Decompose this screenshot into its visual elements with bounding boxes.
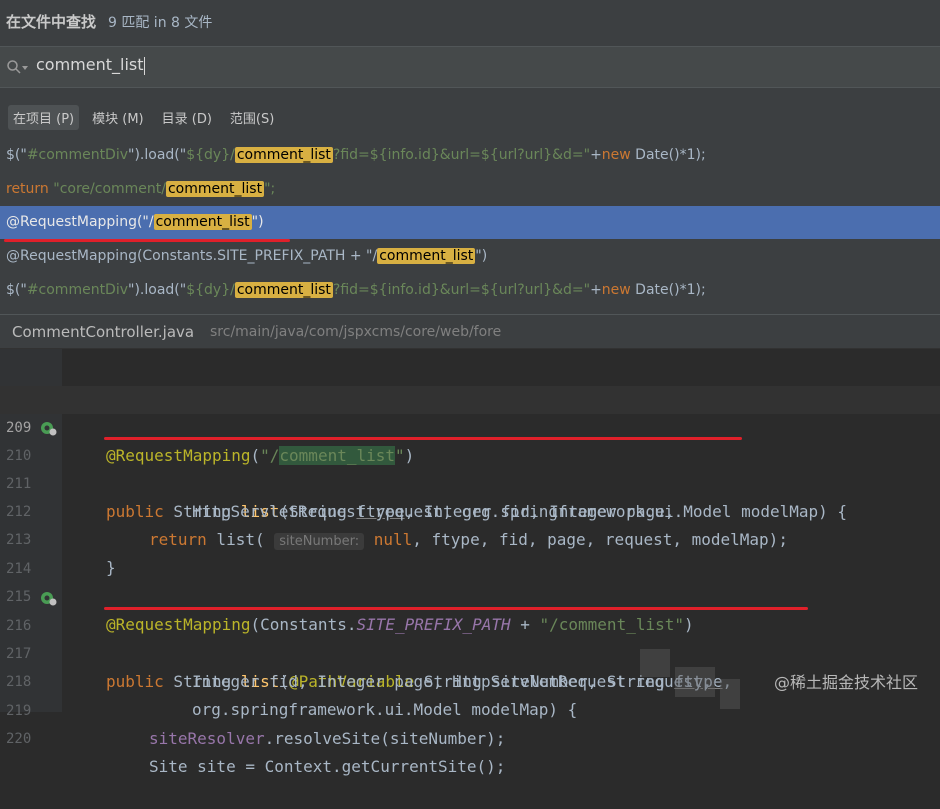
preview-file-header: CommentController.java src/main/java/com…: [0, 314, 940, 349]
code-line: 213 }: [0, 498, 940, 526]
code-line-current: 209 @RequestMapping("/comment_list"): [0, 386, 940, 414]
scope-project[interactable]: 在项目 (P): [8, 105, 79, 130]
search-history-dropdown-icon[interactable]: [22, 66, 28, 70]
watermark-text: @稀土掘金技术社区: [774, 669, 918, 693]
scope-tabs: 在项目 (P) 模块 (M) 目录 (D) 范围(S): [8, 103, 279, 131]
web-endpoint-gutter-icon[interactable]: [40, 420, 58, 436]
match-highlight: comment_list: [235, 147, 333, 163]
watermark-pixel-block: [720, 679, 740, 709]
popup-title: 在文件中查找: [6, 11, 96, 32]
search-input[interactable]: comment_list: [36, 55, 536, 79]
preview-file-path: src/main/java/com/jspxcms/core/web/fore: [210, 324, 501, 340]
match-highlight: comment_list: [154, 214, 252, 230]
search-bar: comment_list: [0, 46, 940, 88]
red-underline-annotation: [104, 607, 808, 610]
code-line: 215 @RequestMapping(Constants.SITE_PREFI…: [0, 555, 940, 583]
match-highlight: comment_list: [166, 181, 264, 197]
code-preview-editor[interactable]: 208 209 @RequestMapping("/comment_list")…: [0, 348, 940, 712]
popup-title-bar[interactable]: 在文件中查找 9 匹配 in 8 文件: [0, 0, 940, 44]
result-row[interactable]: @RequestMapping(Constants.SITE_PREFIX_PA…: [0, 240, 940, 273]
red-underline-annotation: [104, 437, 742, 440]
code-line: 211 HttpServletRequest request, org.spri…: [0, 442, 940, 470]
watermark-pixel-block: [675, 667, 715, 697]
result-row[interactable]: $("#commentDiv").load("${dy}/comment_lis…: [0, 274, 940, 307]
code-line: 212 return list( siteNumber: null, ftype…: [0, 470, 940, 498]
code-line: 208: [0, 357, 940, 385]
code-line: 214: [0, 527, 940, 555]
scope-directory[interactable]: 目录 (D): [157, 105, 217, 130]
code-line: 218 org.springframework.ui.Model modelMa…: [0, 640, 940, 668]
find-in-files-popup: 在文件中查找 9 匹配 in 8 文件 comment_list 在项目 (P)…: [0, 0, 940, 348]
code-line: 217 Integer fid, Integer page, HttpServl…: [0, 612, 940, 640]
text-caret: [144, 57, 145, 75]
scope-custom[interactable]: 范围(S): [225, 105, 279, 130]
scope-module[interactable]: 模块 (M): [87, 105, 149, 130]
code-line: 220 Site site = Context.getCurrentSite()…: [0, 697, 940, 725]
match-highlight: comment_list: [235, 282, 333, 298]
result-row-selected[interactable]: @RequestMapping("/comment_list"): [0, 206, 940, 239]
result-row[interactable]: $("#commentDiv").load("${dy}/comment_lis…: [0, 139, 940, 172]
web-endpoint-gutter-icon[interactable]: [40, 590, 58, 606]
match-count: 9 匹配 in 8 文件: [108, 12, 212, 32]
match-highlight: comment_list: [377, 248, 475, 264]
search-icon[interactable]: [6, 59, 22, 75]
preview-file-name: CommentController.java: [12, 323, 194, 341]
watermark-pixel-block: [640, 649, 670, 677]
red-underline-annotation: [4, 239, 290, 242]
result-row[interactable]: return "core/comment/comment_list";: [0, 173, 940, 206]
